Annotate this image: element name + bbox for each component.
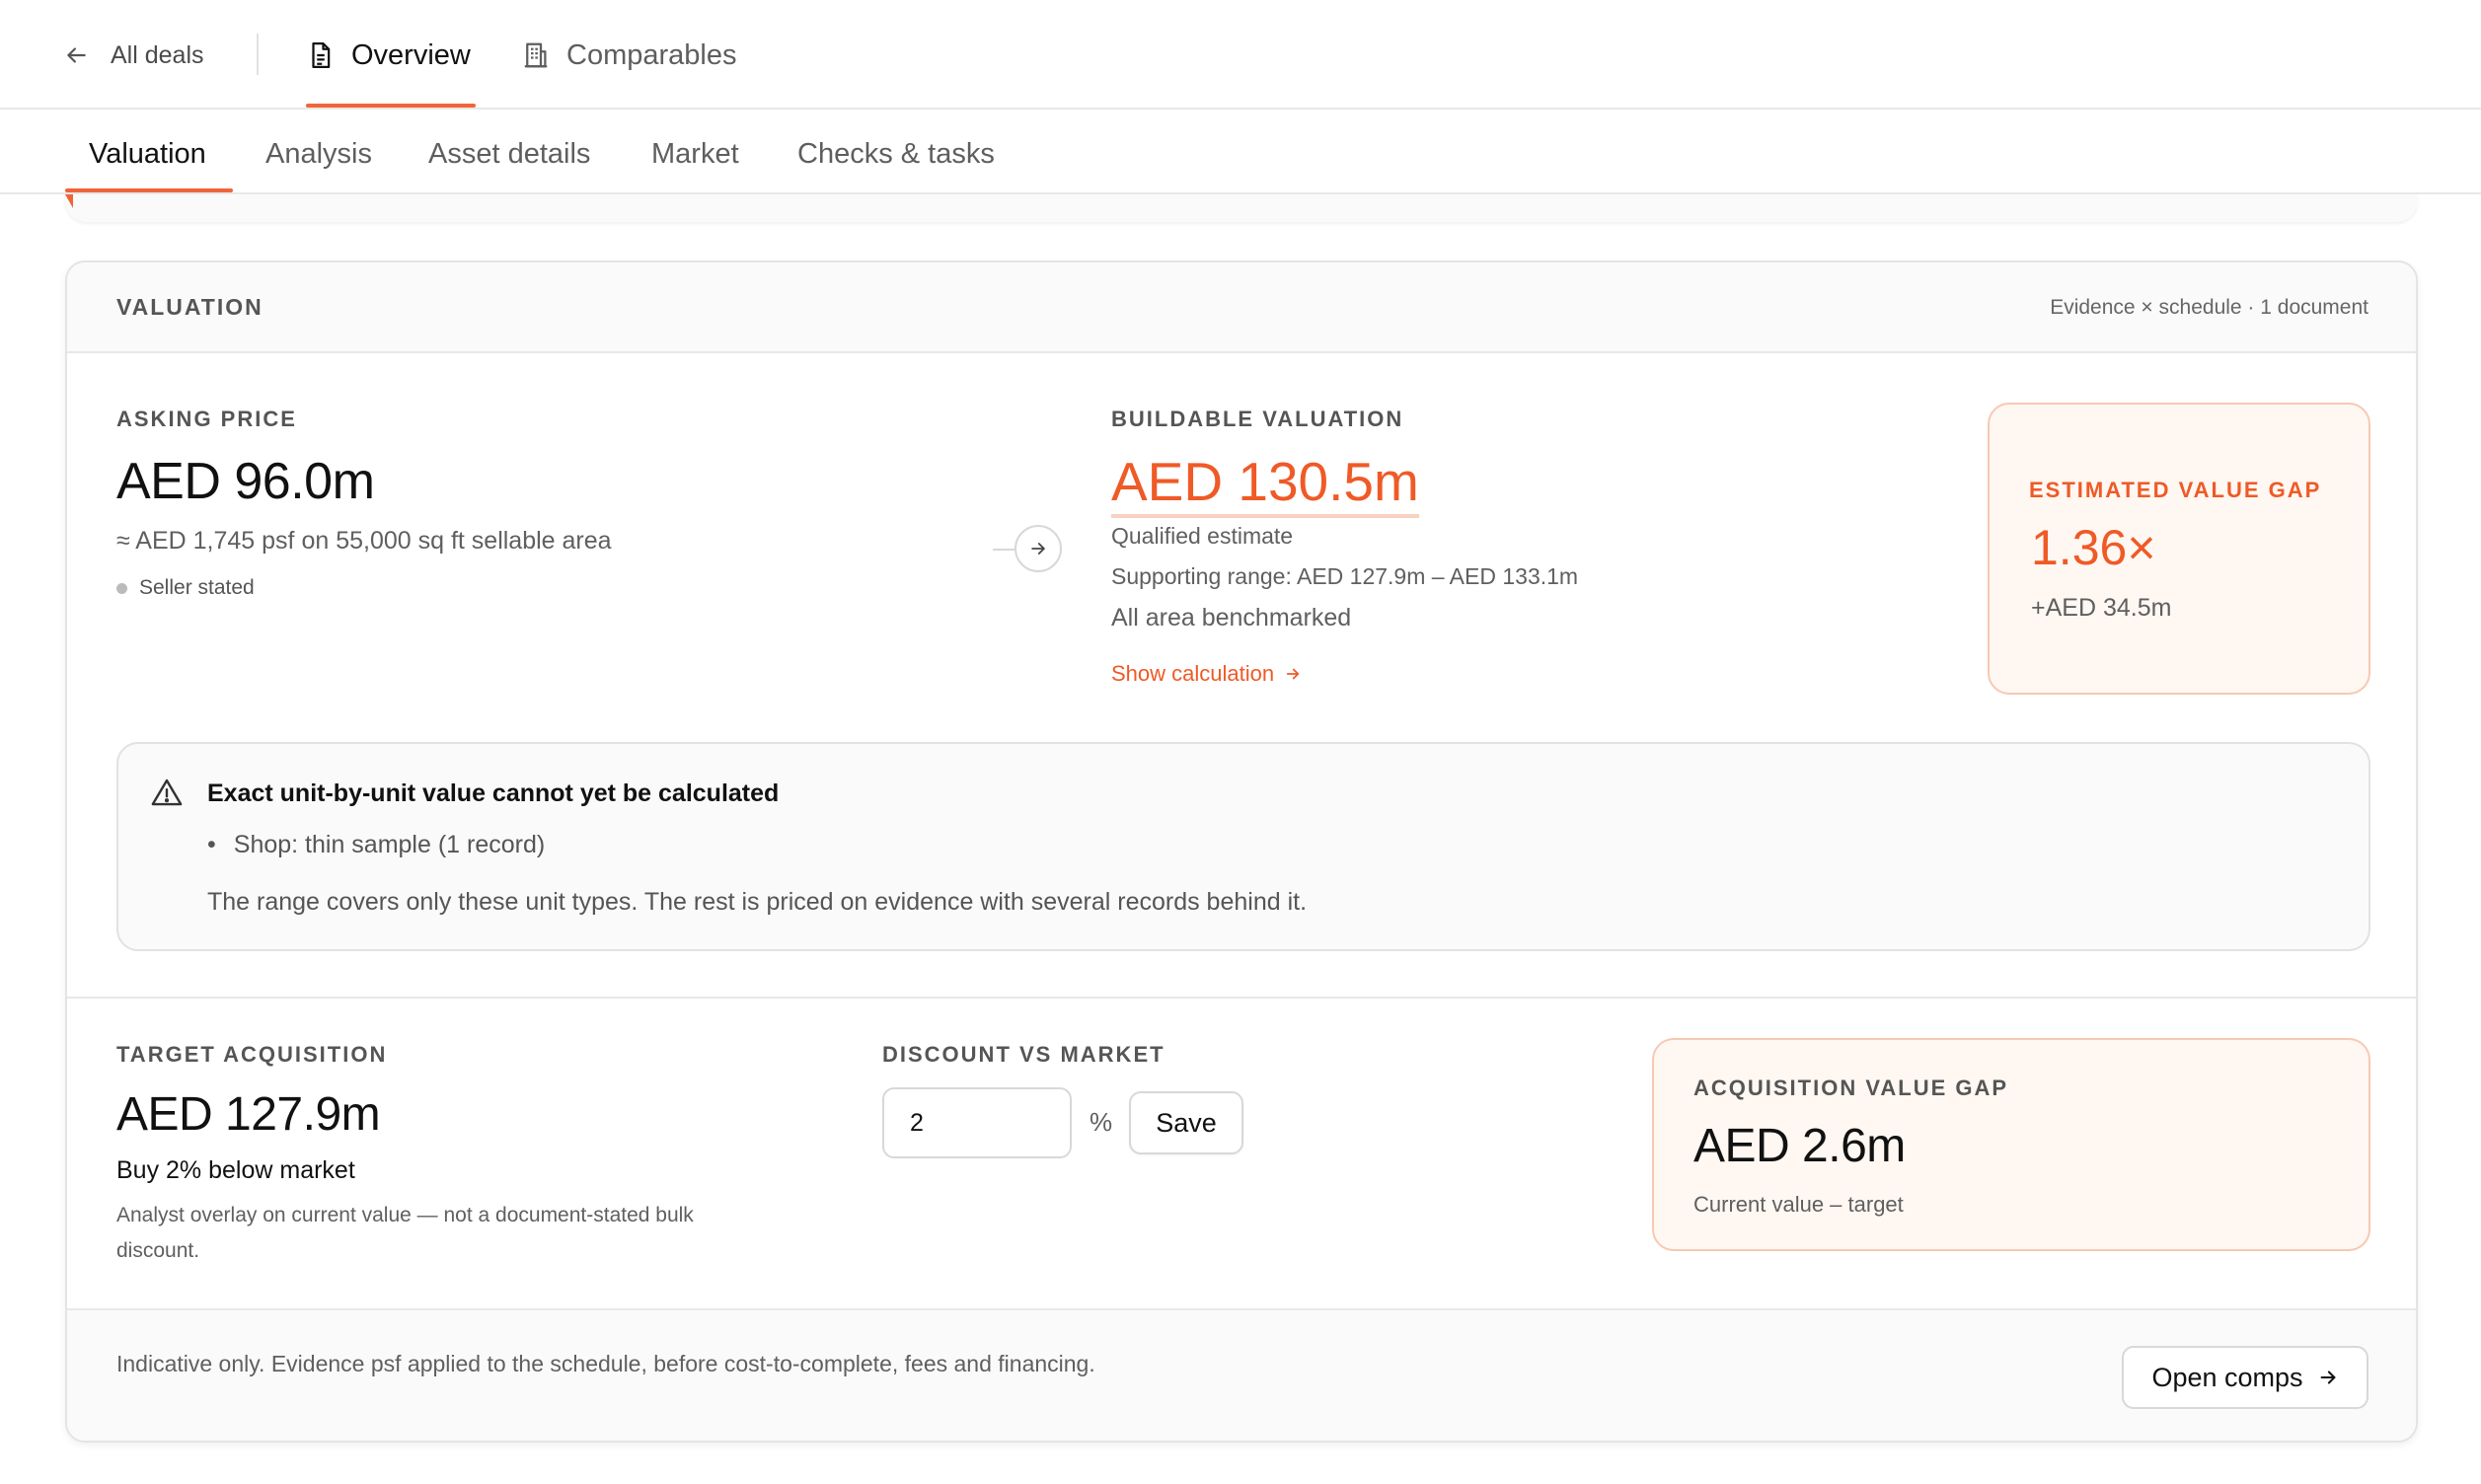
asking-price-value: AED 96.0m bbox=[116, 453, 375, 510]
estimated-value-gap-label: ESTIMATED VALUE GAP bbox=[2029, 478, 2322, 502]
document-icon bbox=[312, 42, 331, 68]
bullet-glyph: • bbox=[207, 831, 216, 858]
valuation-card-header: VALUATION Evidence × schedule · 1 docume… bbox=[67, 262, 2416, 353]
valuation-card-footer: Indicative only. Evidence psf applied to… bbox=[67, 1308, 2416, 1441]
asking-price-psf: ≈ AED 1,745 psf on 55,000 sq ft sellable… bbox=[116, 527, 612, 555]
acquisition-value-gap-note: Current value – target bbox=[1693, 1192, 1904, 1217]
back-link-label: All deals bbox=[111, 40, 204, 69]
section-divider bbox=[67, 997, 2416, 999]
buildable-valuation-label: BUILDABLE VALUATION bbox=[1111, 407, 1404, 431]
indicative-note: Indicative only. Evidence psf applied to… bbox=[116, 1351, 1095, 1376]
subtab-valuation[interactable]: Valuation bbox=[89, 131, 206, 177]
warning-icon bbox=[151, 779, 183, 806]
subtab-active-indicator bbox=[65, 188, 233, 192]
target-acquisition-label: TARGET ACQUISITION bbox=[116, 1042, 388, 1067]
tab-overview-label: Overview bbox=[351, 38, 471, 71]
estimated-value-gap-ratio: 1.36× bbox=[2031, 520, 2156, 575]
target-acquisition-value: AED 127.9m bbox=[116, 1088, 381, 1141]
target-note-line-1: Analyst overlay on current value — not a… bbox=[116, 1204, 694, 1226]
tab-overview[interactable]: Overview bbox=[306, 30, 471, 81]
warning-bullet-item: • Shop: thin sample (1 record) bbox=[207, 831, 545, 859]
discount-unit: % bbox=[1090, 1107, 1113, 1137]
nav-divider bbox=[257, 34, 259, 75]
buildable-valuation-value: AED 130.5m bbox=[1111, 452, 1419, 518]
open-comps-button[interactable]: Open comps bbox=[2122, 1346, 2368, 1409]
asking-price-source-label: Seller stated bbox=[139, 576, 255, 599]
valuation-card-title: VALUATION bbox=[116, 294, 263, 320]
arrow-right-icon bbox=[1031, 543, 1045, 555]
back-to-all-deals-link[interactable]: All deals bbox=[63, 36, 204, 75]
open-comps-label: Open comps bbox=[2151, 1362, 2303, 1392]
connector-line bbox=[993, 549, 1015, 551]
asking-price-source: Seller stated bbox=[116, 576, 255, 600]
warning-bullet-text: Shop: thin sample (1 record) bbox=[233, 831, 546, 858]
building-icon bbox=[524, 42, 548, 68]
calculation-warning: Exact unit-by-unit value cannot yet be c… bbox=[116, 742, 2370, 951]
show-calculation-label: Show calculation bbox=[1111, 661, 1275, 686]
arrow-right-icon bbox=[1286, 668, 1300, 680]
valuation-evidence-meta: Evidence × schedule · 1 document bbox=[2050, 296, 2368, 319]
warning-title: Exact unit-by-unit value cannot yet be c… bbox=[207, 779, 780, 807]
target-acquisition-subtitle: Buy 2% below market bbox=[116, 1156, 355, 1184]
save-discount-button[interactable]: Save bbox=[1129, 1091, 1243, 1154]
source-dot bbox=[116, 582, 127, 594]
valuation-card: VALUATION Evidence × schedule · 1 docume… bbox=[65, 260, 2418, 1443]
tab-active-indicator bbox=[306, 104, 476, 108]
estimated-value-gap-box: ESTIMATED VALUE GAP 1.36× +AED 34.5m bbox=[1988, 403, 2370, 695]
arrow-left-icon bbox=[67, 47, 86, 63]
tab-comparables[interactable]: Comparables bbox=[521, 30, 736, 81]
target-note-line-2: discount. bbox=[116, 1239, 200, 1262]
buildable-benchmark: All area benchmarked bbox=[1111, 604, 1352, 631]
previous-card-edge bbox=[65, 194, 2418, 222]
subtab-asset-details[interactable]: Asset details bbox=[428, 131, 590, 177]
discount-vs-market-label: DISCOUNT VS MARKET bbox=[882, 1042, 1165, 1067]
subtab-checks-tasks[interactable]: Checks & tasks bbox=[797, 131, 995, 177]
discount-input[interactable] bbox=[882, 1087, 1072, 1158]
asking-price-label: ASKING PRICE bbox=[116, 407, 297, 431]
estimated-value-gap-diff: +AED 34.5m bbox=[2031, 594, 2172, 622]
tab-comparables-label: Comparables bbox=[566, 38, 737, 71]
buildable-supporting-range: Supporting range: AED 127.9m – AED 133.1… bbox=[1111, 563, 1579, 589]
arrow-right-icon bbox=[2320, 1371, 2335, 1384]
arrow-right-circle bbox=[1015, 525, 1062, 572]
top-nav: All deals Overview Comparables bbox=[0, 0, 2481, 110]
acquisition-value-gap-label: ACQUISITION VALUE GAP bbox=[1693, 1076, 2009, 1100]
acquisition-value-gap-value: AED 2.6m bbox=[1693, 1120, 1906, 1172]
show-calculation-link[interactable]: Show calculation bbox=[1111, 661, 1302, 687]
subtab-analysis[interactable]: Analysis bbox=[265, 131, 372, 177]
acquisition-value-gap-box: ACQUISITION VALUE GAP AED 2.6m Current v… bbox=[1652, 1038, 2370, 1251]
subtab-market[interactable]: Market bbox=[651, 131, 739, 177]
warning-note: The range covers only these unit types. … bbox=[207, 888, 1308, 916]
section-tabs: Valuation Analysis Asset details Market … bbox=[0, 110, 2481, 194]
buildable-qualifier: Qualified estimate bbox=[1111, 523, 1294, 549]
